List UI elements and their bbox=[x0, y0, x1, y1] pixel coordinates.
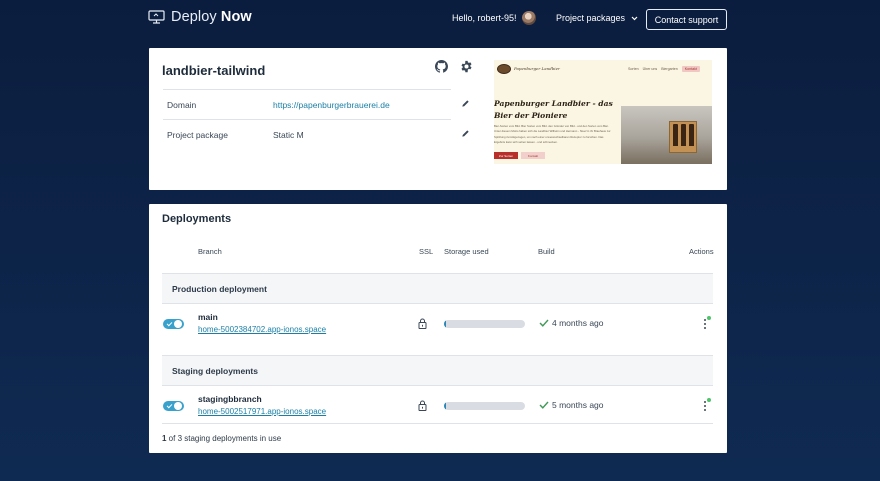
preview-headline: Papenburger Landbier - das Bier der Pion… bbox=[494, 99, 613, 120]
greeting-text: Hello, robert-95! bbox=[452, 13, 517, 23]
build-status: 4 months ago bbox=[539, 318, 604, 328]
project-package-value: Static M bbox=[273, 130, 304, 140]
column-header-actions: Actions bbox=[689, 247, 714, 256]
lock-icon bbox=[418, 400, 427, 411]
storage-progress-bar bbox=[444, 320, 525, 328]
deployment-toggle[interactable] bbox=[163, 319, 184, 329]
table-row: stagingbbranch home-5002517971.app-ionos… bbox=[162, 386, 713, 424]
preview-nav-item: Sorten bbox=[628, 67, 639, 71]
preview-primary-button: Zur Sorten bbox=[494, 152, 518, 159]
brand-name: Deploy Now bbox=[171, 9, 252, 25]
checkmark-icon bbox=[539, 401, 549, 409]
chevron-down-icon bbox=[631, 16, 638, 20]
site-preview-thumbnail[interactable]: Papenburger Landbier Sorten Über uns Bie… bbox=[494, 60, 712, 164]
table-row: main home-5002384702.app-ionos.space 4 m… bbox=[162, 304, 713, 355]
contact-support-button[interactable]: Contact support bbox=[646, 9, 727, 30]
user-menu[interactable]: Hello, robert-95! bbox=[452, 11, 536, 25]
build-status: 5 months ago bbox=[539, 400, 604, 410]
staging-usage-text: of 3 staging deployments in use bbox=[166, 434, 282, 443]
build-time: 5 months ago bbox=[552, 400, 604, 410]
domain-row: Domain https://papenburgerbrauerei.de bbox=[163, 89, 469, 120]
staging-deployments-heading: Staging deployments bbox=[162, 355, 713, 386]
domain-link[interactable]: https://papenburgerbrauerei.de bbox=[273, 100, 390, 110]
project-title: landbier-tailwind bbox=[162, 63, 266, 78]
checkmark-icon bbox=[539, 319, 549, 327]
preview-nav-item: Biergarten bbox=[661, 67, 678, 71]
branch-name: main bbox=[198, 312, 218, 322]
preview-photo bbox=[621, 106, 712, 164]
preview-nav: Sorten Über uns Biergarten Kontakt bbox=[628, 66, 700, 72]
more-actions-icon[interactable] bbox=[703, 316, 711, 331]
status-dot bbox=[707, 398, 711, 402]
project-packages-label: Project packages bbox=[556, 13, 626, 23]
project-package-label: Project package bbox=[167, 130, 228, 140]
gear-icon[interactable] bbox=[460, 60, 473, 73]
build-time: 4 months ago bbox=[552, 318, 604, 328]
staging-usage-note: 1 of 3 staging deployments in use bbox=[162, 434, 281, 443]
brand-name-light: Deploy bbox=[171, 9, 221, 25]
avatar[interactable] bbox=[521, 11, 536, 25]
deployments-title: Deployments bbox=[162, 213, 232, 225]
deployment-url-link[interactable]: home-5002384702.app-ionos.space bbox=[198, 325, 326, 334]
deployment-toggle[interactable] bbox=[163, 401, 184, 411]
preview-brand: Papenburger Landbier bbox=[514, 66, 560, 71]
column-header-storage: Storage used bbox=[444, 247, 489, 256]
pencil-icon[interactable] bbox=[461, 99, 470, 108]
preview-logo bbox=[497, 64, 511, 74]
brand-logo[interactable]: Deploy Now bbox=[148, 9, 252, 25]
lock-icon bbox=[418, 318, 427, 329]
production-deployment-heading: Production deployment bbox=[162, 273, 713, 304]
top-navigation: Deploy Now Hello, robert-95! Project pac… bbox=[0, 0, 880, 38]
github-icon[interactable] bbox=[435, 60, 448, 73]
monitor-icon bbox=[148, 10, 165, 24]
pencil-icon[interactable] bbox=[461, 129, 470, 138]
preview-nav-pill: Kontakt bbox=[681, 66, 700, 72]
domain-label: Domain bbox=[167, 100, 197, 110]
project-card: landbier-tailwind Domain https://papenbu… bbox=[149, 48, 727, 190]
preview-secondary-button: Kontakt bbox=[521, 152, 545, 159]
deployment-url-link[interactable]: home-5002517971.app-ionos.space bbox=[198, 407, 326, 416]
preview-body: Bier-Sorten vom Bild. Bier Sorten vom Bi… bbox=[494, 124, 611, 145]
column-header-ssl: SSL bbox=[419, 247, 434, 256]
brand-name-bold: Now bbox=[220, 9, 252, 25]
column-header-branch: Branch bbox=[198, 247, 222, 256]
status-dot bbox=[707, 316, 711, 320]
preview-nav-item: Über uns bbox=[642, 67, 658, 71]
project-packages-menu[interactable]: Project packages bbox=[556, 13, 638, 23]
more-actions-icon[interactable] bbox=[703, 398, 711, 413]
beer-crate-image bbox=[669, 121, 697, 153]
project-package-row: Project package Static M bbox=[163, 119, 469, 150]
branch-name: stagingbbranch bbox=[198, 394, 262, 404]
deployments-card: Deployments Branch SSL Storage used Buil… bbox=[149, 204, 727, 453]
column-header-build: Build bbox=[538, 247, 555, 256]
storage-progress-bar bbox=[444, 402, 525, 410]
